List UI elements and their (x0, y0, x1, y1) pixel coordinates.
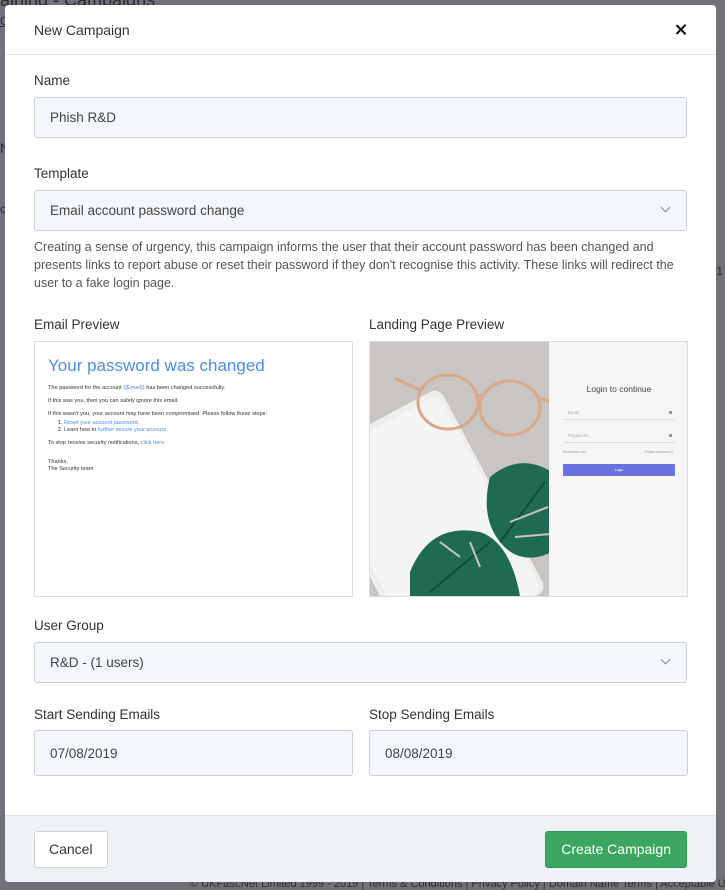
login-panel: Login to continue Email Password Remembe… (549, 342, 687, 596)
modal-body: Name Phish R&D Template Email account pa… (5, 73, 716, 776)
cancel-button[interactable]: Cancel (34, 830, 108, 868)
chevron-down-icon (660, 654, 671, 665)
email-preview-signature: The Security team (48, 466, 94, 473)
email-preview-frame: Your password was changed The password f… (34, 341, 353, 597)
unsubscribe-link: click here. (140, 440, 166, 447)
name-input[interactable]: Phish R&D (34, 97, 687, 138)
email-preview-line: The password for the account {{Email}} h… (48, 385, 226, 391)
stop-sending-label: Stop Sending Emails (369, 707, 495, 722)
remember-me-checkbox: Remember me (563, 450, 587, 454)
close-icon[interactable] (674, 23, 688, 37)
landing-preview-label: Landing Page Preview (369, 317, 505, 332)
background-text: 1 (716, 264, 723, 278)
start-date-input[interactable]: 07/08/2019 (34, 730, 353, 776)
stop-sending-section: Stop Sending Emails 08/08/2019 (369, 707, 688, 776)
secure-account-link: further secure your account. (97, 426, 168, 433)
email-preview-content: Your password was changed The password f… (35, 342, 352, 488)
template-label: Template (34, 166, 89, 181)
template-select-value: Email account password change (50, 203, 245, 218)
email-preview-label: Email Preview (34, 317, 120, 332)
new-campaign-modal: New Campaign Name Phish R&D Template Ema… (5, 5, 716, 882)
name-label: Name (34, 73, 71, 88)
forgot-password-link: Forgot password? (645, 450, 674, 454)
template-description: Creating a sense of urgency, this campai… (34, 240, 674, 290)
email-preview-heading: Your password was changed (48, 356, 265, 375)
landing-preview-photo (370, 342, 549, 596)
email-preview-section: Email Preview Your password was changed … (34, 317, 353, 597)
user-group-select[interactable]: R&D - (1 users) (34, 642, 687, 683)
name-input-value: Phish R&D (50, 110, 117, 125)
login-email-field: Email (563, 406, 675, 420)
create-campaign-button[interactable]: Create Campaign (545, 830, 687, 868)
email-preview-line: If this was you, then you can safely ign… (48, 398, 179, 405)
start-sending-section: Start Sending Emails 07/08/2019 (34, 707, 353, 776)
preview-row: Email Preview Your password was changed … (34, 317, 688, 597)
glasses-and-plant-image (370, 342, 549, 596)
email-preview-line: To stop receive security notifications, … (48, 440, 166, 447)
field-icon (669, 434, 672, 437)
login-password-field: Password (563, 429, 675, 443)
stop-date-value: 08/08/2019 (385, 745, 453, 761)
email-placeholder-link: {{Email}} (123, 385, 145, 391)
login-heading: Login to continue (586, 384, 652, 394)
date-row: Start Sending Emails 07/08/2019 Stop Sen… (34, 707, 688, 776)
user-group-select-value: R&D - (1 users) (50, 655, 144, 670)
email-preview-signoff: Thanks, (48, 459, 68, 466)
email-preview-step: Learn how to further secure your account… (64, 427, 339, 434)
chevron-down-icon (660, 202, 671, 213)
modal-title: New Campaign (34, 21, 130, 38)
landing-preview-section: Landing Page Preview Login to continue E… (369, 317, 688, 597)
template-select[interactable]: Email account password change (34, 190, 687, 231)
field-icon (669, 411, 672, 414)
stop-date-input[interactable]: 08/08/2019 (369, 730, 688, 776)
modal-header: New Campaign (5, 5, 716, 55)
email-preview-line: If this wasn't you, your account may hav… (48, 411, 268, 418)
user-group-label: User Group (34, 618, 104, 633)
reset-password-link: Reset your account password. (64, 419, 140, 426)
start-sending-label: Start Sending Emails (34, 707, 161, 722)
modal-footer: Cancel Create Campaign (5, 815, 716, 882)
start-date-value: 07/08/2019 (50, 745, 118, 761)
login-button: Login (563, 464, 675, 476)
email-preview-step: Reset your account password. (64, 420, 339, 427)
landing-preview-frame: Login to continue Email Password Remembe… (369, 341, 688, 597)
email-preview-steps: Reset your account password. Learn how t… (48, 420, 339, 434)
